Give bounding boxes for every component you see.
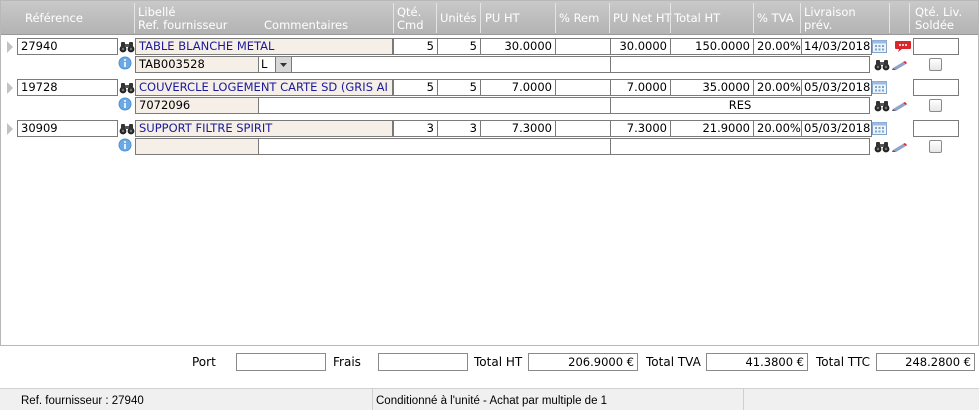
commentaire-field[interactable] <box>258 138 611 155</box>
col-qte-liv-header-2: Soldée <box>915 18 954 32</box>
commentaire-select[interactable]: L <box>258 56 276 73</box>
tva-field[interactable]: 20.00% <box>753 38 802 55</box>
tva-field[interactable]: 20.00% <box>753 120 802 137</box>
libelle-field[interactable]: COUVERCLE LOGEMENT CARTE SD (GRIS AI <box>135 79 393 96</box>
status-bar: Ref. fournisseur : 27940 Conditionné à l… <box>0 388 979 410</box>
rem-field[interactable] <box>555 79 611 96</box>
chevron-down-icon[interactable] <box>275 56 292 73</box>
rem-field[interactable] <box>555 38 611 55</box>
frais-input[interactable] <box>378 353 468 371</box>
col-reference-header[interactable]: Référence <box>25 12 83 25</box>
livraison-date-field[interactable]: 14/03/2018 <box>801 38 872 55</box>
qte-cmd-field[interactable]: 5 <box>393 38 438 55</box>
ref-fournisseur-field[interactable] <box>135 138 259 155</box>
pencil-icon[interactable] <box>892 142 908 155</box>
col-pu-ht-header[interactable]: PU HT <box>485 12 520 25</box>
reference-field[interactable]: 19728 <box>17 79 118 96</box>
livraison-date-field[interactable]: 05/03/2018 <box>801 79 872 96</box>
calendar-icon[interactable] <box>872 39 887 56</box>
qte-liv-field[interactable] <box>913 120 959 137</box>
libelle-field[interactable]: TABLE BLANCHE METAL <box>135 38 393 55</box>
info-icon[interactable] <box>118 97 132 114</box>
row-expand-arrow-icon[interactable] <box>7 123 13 135</box>
pu-ht-field[interactable]: 7.3000 <box>480 120 556 137</box>
reference-field[interactable]: 27940 <box>17 38 118 55</box>
total-ht-value: 206.9000 € <box>528 353 638 371</box>
col-pu-net-header[interactable]: PU Net HT <box>613 12 672 25</box>
col-commentaires-header[interactable]: Commentaires <box>264 19 348 32</box>
total-ht-field: 21.9000 <box>670 120 754 137</box>
grid-header: Référence Libellé Ref. fournisseur Comme… <box>1 1 978 35</box>
ref-fournisseur-field[interactable]: TAB003528 <box>135 56 259 73</box>
col-qte-cmd-header-2: Cmd <box>397 18 424 32</box>
pencil-icon[interactable] <box>892 101 908 114</box>
reference-field[interactable]: 30909 <box>17 120 118 137</box>
sub-note-field <box>610 56 870 73</box>
total-ttc-label: Total TTC <box>816 355 870 369</box>
binoculars-icon[interactable] <box>874 141 890 156</box>
qte-cmd-field[interactable]: 3 <box>393 120 438 137</box>
livraison-date-field[interactable]: 05/03/2018 <box>801 120 872 137</box>
binoculars-icon[interactable] <box>119 82 135 97</box>
libelle-field[interactable]: SUPPORT FILTRE SPIRIT <box>135 120 393 137</box>
unites-field[interactable]: 3 <box>437 120 481 137</box>
qte-liv-field[interactable] <box>913 79 959 96</box>
soldee-checkbox[interactable] <box>929 58 942 71</box>
binoculars-icon[interactable] <box>874 100 890 115</box>
commentaire-field[interactable] <box>258 97 611 114</box>
commentaire-field[interactable] <box>291 56 611 73</box>
sub-note-field: RES <box>610 97 870 114</box>
total-ht-field: 150.0000 <box>670 38 754 55</box>
tva-field[interactable]: 20.00% <box>753 79 802 96</box>
status-ref-fournisseur: Ref. fournisseur : 27940 <box>21 395 144 407</box>
sub-note-field <box>610 138 870 155</box>
pu-net-field: 7.0000 <box>610 79 671 96</box>
total-ttc-value: 248.2800 € <box>876 353 975 371</box>
pu-ht-field[interactable]: 7.0000 <box>480 79 556 96</box>
calendar-icon[interactable] <box>872 121 887 138</box>
qte-cmd-field[interactable]: 5 <box>393 79 438 96</box>
pencil-icon[interactable] <box>892 60 908 73</box>
order-lines-grid: Référence Libellé Ref. fournisseur Comme… <box>0 0 979 346</box>
info-icon[interactable] <box>118 56 132 73</box>
row-expand-arrow-icon[interactable] <box>7 41 13 53</box>
qte-liv-field[interactable] <box>913 38 959 55</box>
pu-net-field: 30.0000 <box>610 38 671 55</box>
binoculars-icon[interactable] <box>119 123 135 138</box>
comment-icon[interactable] <box>894 40 912 56</box>
col-tva-header[interactable]: % TVA <box>757 12 794 25</box>
col-ref-fournisseur-header[interactable]: Ref. fournisseur <box>138 19 228 32</box>
pu-net-field: 7.3000 <box>610 120 671 137</box>
unites-field[interactable]: 5 <box>437 38 481 55</box>
port-input[interactable] <box>236 353 326 371</box>
ref-fournisseur-field[interactable]: 7072096 <box>135 97 259 114</box>
info-icon[interactable] <box>118 138 132 155</box>
frais-label: Frais <box>333 355 361 369</box>
port-label: Port <box>192 355 216 369</box>
rem-field[interactable] <box>555 120 611 137</box>
status-conditionnement: Conditionné à l'unité - Achat par multip… <box>376 395 608 407</box>
soldee-checkbox[interactable] <box>929 140 942 153</box>
total-tva-value: 41.3800 € <box>706 353 808 371</box>
total-tva-label: Total TVA <box>646 355 701 369</box>
binoculars-icon[interactable] <box>119 41 135 56</box>
col-total-ht-header[interactable]: Total HT <box>674 12 720 25</box>
soldee-checkbox[interactable] <box>929 99 942 112</box>
binoculars-icon[interactable] <box>874 59 890 74</box>
calendar-icon[interactable] <box>872 80 887 97</box>
pu-ht-field[interactable]: 30.0000 <box>480 38 556 55</box>
row-expand-arrow-icon[interactable] <box>7 82 13 94</box>
total-ht-field: 35.0000 <box>670 79 754 96</box>
col-unites-header[interactable]: Unités <box>440 12 476 25</box>
col-rem-header[interactable]: % Rem <box>559 12 599 25</box>
col-livraison-header-2: prév. <box>804 18 833 32</box>
total-ht-label: Total HT <box>474 355 523 369</box>
unites-field[interactable]: 5 <box>437 79 481 96</box>
